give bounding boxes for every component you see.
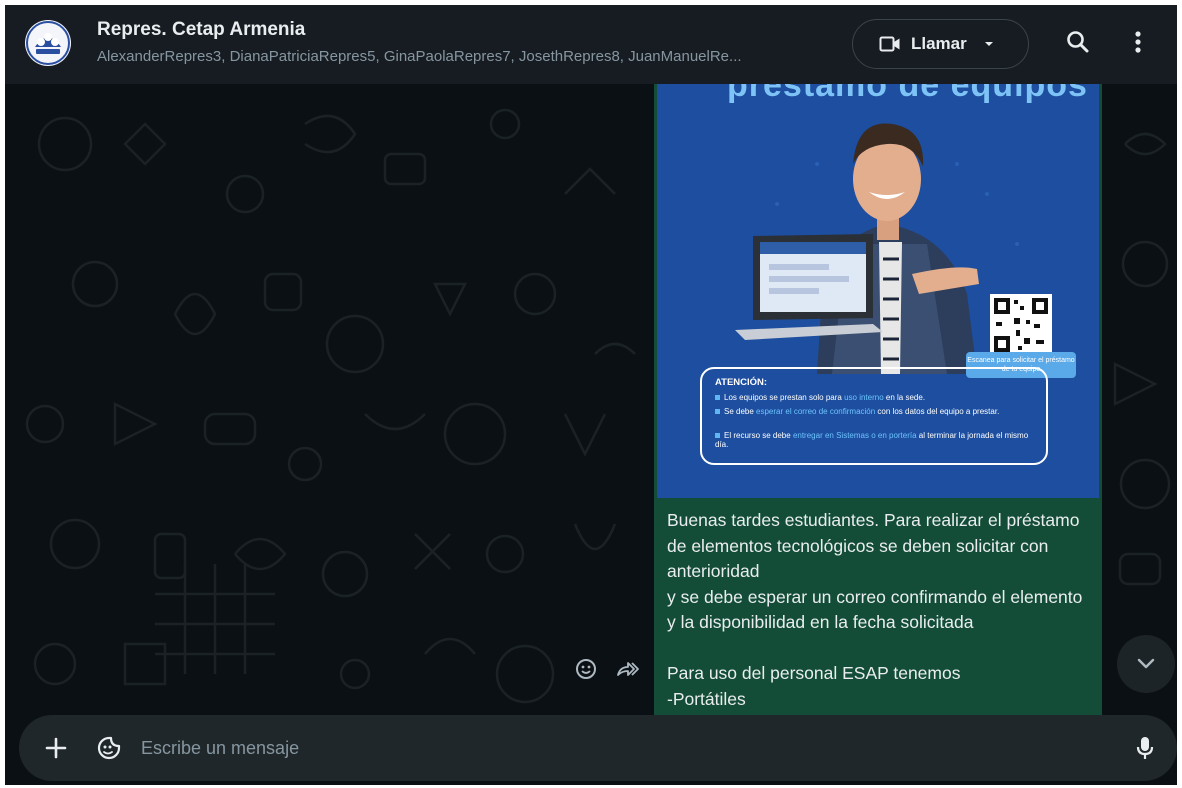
sticker-icon[interactable] <box>96 735 122 761</box>
message-input[interactable]: Escribe un mensaje <box>141 735 1041 761</box>
forward-icon[interactable] <box>616 660 640 678</box>
chevron-down-icon <box>984 42 993 46</box>
composer: Escribe un mensaje <box>19 715 1177 781</box>
emoji-react-icon[interactable] <box>575 658 597 680</box>
video-call-icon <box>879 36 900 52</box>
qr-code-icon <box>994 298 1048 352</box>
plus-icon[interactable] <box>45 737 67 759</box>
attention-line-2: Se debe esperar el correo de confirmació… <box>715 407 1040 416</box>
message-bubble[interactable]: préstamo de equipos Escanea para solicit… <box>654 84 1102 715</box>
more-vertical-icon[interactable] <box>1133 29 1143 55</box>
microphone-icon[interactable] <box>1136 735 1154 761</box>
attention-line-1: Los equipos se prestan solo para uso int… <box>715 393 1040 402</box>
call-button[interactable]: Llamar <box>852 19 1029 69</box>
attention-line-3: El recurso se debe entregar en Sistemas … <box>715 431 1029 449</box>
message-text: Buenas tardes estudiantes. Para realizar… <box>667 510 1083 709</box>
group-members[interactable]: AlexanderRepres3, DianaPatriciaRepres5, … <box>97 48 827 65</box>
call-label: Llamar <box>911 34 967 53</box>
group-title[interactable]: Repres. Cetap Armenia <box>97 19 305 41</box>
message-image[interactable]: préstamo de equipos Escanea para solicit… <box>657 84 1099 498</box>
search-icon[interactable] <box>1065 29 1091 55</box>
chevron-down-icon <box>1137 658 1155 669</box>
chat-header[interactable]: Repres. Cetap Armenia AlexanderRepres3, … <box>5 5 1177 84</box>
group-avatar[interactable] <box>25 20 71 66</box>
attention-heading: ATENCIÓN: <box>715 377 768 388</box>
message-list[interactable]: préstamo de equipos Escanea para solicit… <box>5 84 1177 715</box>
chat-window: Repres. Cetap Armenia AlexanderRepres3, … <box>5 5 1177 785</box>
poster-title: préstamo de equipos <box>727 84 1088 104</box>
qr-code <box>990 294 1052 356</box>
attention-box: ATENCIÓN: Los equipos se prestan solo pa… <box>700 367 1048 465</box>
composer-bar: Escribe un mensaje <box>5 715 1177 785</box>
scroll-to-bottom-button[interactable] <box>1117 635 1175 693</box>
group-logo-icon <box>26 21 70 65</box>
